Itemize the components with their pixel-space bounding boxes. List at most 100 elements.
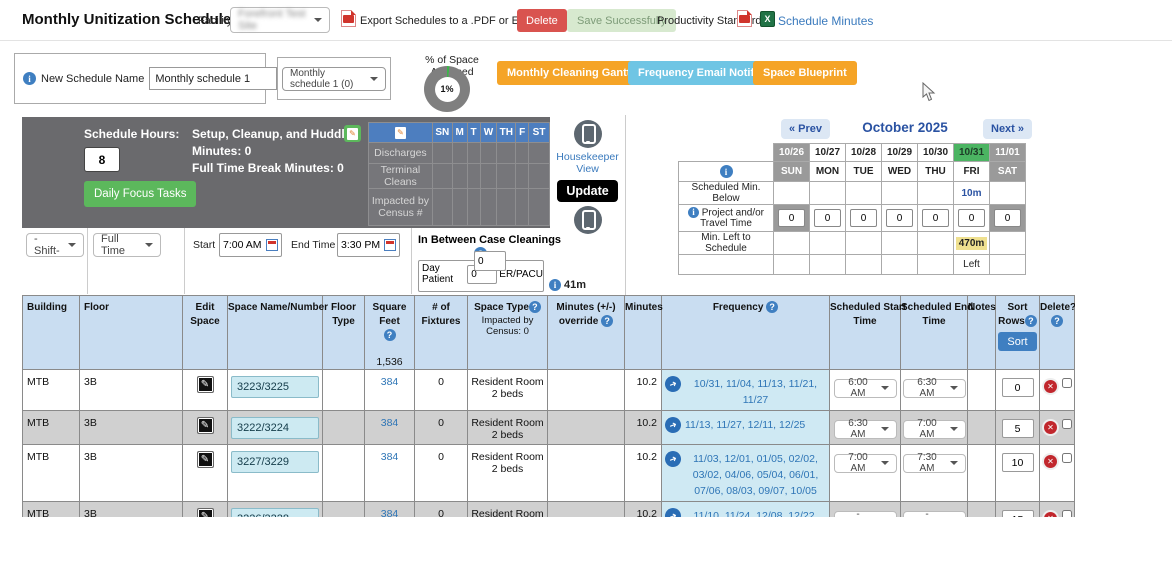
sort-order-input[interactable] [1002, 510, 1034, 517]
space-name-input[interactable] [231, 451, 319, 473]
schedule-dropdown-box: Monthly schedule 1 (0) [277, 57, 391, 100]
travel-cell [990, 205, 1026, 232]
schedule-select[interactable]: Monthly schedule 1 (0) [282, 67, 386, 91]
edit-space-icon[interactable]: ✎ [197, 508, 214, 517]
travel-time-input[interactable] [958, 209, 985, 227]
weekly-row-label: Discharges [369, 143, 433, 164]
phone-icon[interactable] [574, 206, 602, 234]
frequency-arrow-icon[interactable]: ➜ [663, 449, 684, 470]
start-time-input[interactable]: 7:00 AM [219, 233, 282, 257]
col-square-feet-l1: Square [365, 301, 414, 315]
space-name-input[interactable] [231, 508, 319, 517]
delete-row-icon[interactable]: ✕ [1042, 453, 1059, 470]
pdf-icon[interactable] [737, 10, 752, 27]
delete-checkbox[interactable] [1062, 510, 1072, 517]
space-name-input[interactable] [231, 417, 319, 439]
calendar-empty-label [679, 255, 774, 275]
er-pacu-input[interactable] [474, 251, 506, 271]
housekeeper-view-link[interactable]: Housekeeper View [550, 151, 625, 175]
cell-delete: ✕ [1040, 411, 1075, 445]
excel-icon[interactable]: X [760, 11, 775, 27]
edit-space-icon[interactable]: ✎ [197, 417, 214, 434]
square-feet-link[interactable]: 384 [381, 508, 399, 517]
cell-space-type: Resident Room 2 beds [468, 445, 548, 502]
frequency-dates[interactable]: 11/03, 12/01, 01/05, 02/02, 03/02, 04/06… [685, 451, 826, 499]
calendar-icon[interactable] [266, 239, 278, 251]
space-blueprint-button[interactable]: Space Blueprint [753, 61, 857, 85]
delete-row-icon[interactable]: ✕ [1042, 419, 1059, 436]
delete-button[interactable]: Delete [517, 9, 567, 32]
frequency-arrow-icon[interactable]: ➜ [663, 506, 684, 517]
cell-minutes-override [548, 445, 625, 502]
gauge-value: 1% [435, 77, 460, 102]
travel-time-input[interactable] [886, 209, 913, 227]
help-icon[interactable]: ? [529, 301, 541, 313]
frequency-arrow-icon[interactable]: ➜ [663, 415, 684, 436]
travel-cell [774, 205, 810, 232]
start-time-select[interactable]: 6:30 AM [834, 420, 897, 439]
schedule-minutes-link[interactable]: Schedule Minutes [778, 14, 873, 28]
end-time-input[interactable]: 3:30 PM [337, 233, 400, 257]
end-time-select[interactable]: -Select- [903, 511, 966, 518]
info-icon[interactable]: i [720, 165, 733, 178]
sort-order-input[interactable] [1002, 378, 1034, 397]
start-time-select[interactable]: 7:00 AM [834, 454, 897, 473]
delete-row-icon[interactable]: ✕ [1042, 378, 1059, 395]
table-row: MTB 3B ✎ 384 0 Resident Room 2 beds 10.2… [23, 502, 1075, 518]
help-icon[interactable]: ? [601, 315, 613, 327]
calendar-icon[interactable] [384, 239, 396, 251]
start-time-select[interactable]: -Select- [834, 511, 897, 518]
info-icon[interactable]: i [23, 72, 36, 85]
calendar-next-button[interactable]: Next » [983, 119, 1032, 139]
frequency-dates[interactable]: 10/31, 11/04, 11/13, 11/21, 11/27 [685, 376, 826, 408]
frequency-arrow-icon[interactable]: ➜ [663, 374, 684, 395]
new-schedule-name-input[interactable] [149, 67, 277, 90]
info-icon[interactable]: i [688, 207, 699, 218]
edit-space-icon[interactable]: ✎ [197, 376, 214, 393]
sort-order-input[interactable] [1002, 419, 1034, 438]
min-left-cell [918, 232, 954, 255]
help-icon[interactable]: ? [1051, 315, 1063, 327]
start-time-select[interactable]: 6:00 AM [834, 379, 897, 398]
square-feet-link[interactable]: 384 [381, 451, 399, 463]
calendar-date: 10/29 [882, 144, 918, 162]
cell-sort [996, 370, 1040, 411]
delete-checkbox[interactable] [1062, 453, 1072, 463]
top-bar: Monthly Unitization Schedules Facility: … [0, 0, 1172, 41]
phone-icon[interactable] [574, 120, 602, 148]
daily-focus-tasks-button[interactable]: Daily Focus Tasks [84, 181, 196, 207]
facility-select[interactable]: Forefront Test Site [230, 7, 330, 33]
weekly-edit-header[interactable]: ✎ [369, 123, 433, 143]
travel-time-input[interactable] [922, 209, 949, 227]
end-time-select[interactable]: 7:30 AM [903, 454, 966, 473]
delete-checkbox[interactable] [1062, 419, 1072, 429]
help-icon[interactable]: ? [766, 301, 778, 313]
shift-select[interactable]: -Shift- [26, 233, 84, 257]
weekly-cell [452, 164, 467, 189]
delete-checkbox[interactable] [1062, 378, 1072, 388]
frequency-dates[interactable]: 11/13, 11/27, 12/11, 12/25 [685, 417, 805, 433]
schedule-hours-input[interactable] [84, 147, 120, 172]
sort-button[interactable]: Sort [998, 332, 1036, 351]
travel-time-input[interactable] [814, 209, 841, 227]
end-time-select[interactable]: 6:30 AM [903, 379, 966, 398]
calendar-prev-button[interactable]: « Prev [781, 119, 830, 139]
end-time-select[interactable]: 7:00 AM [903, 420, 966, 439]
cell-floor-type [323, 411, 365, 445]
cell-floor: 3B [80, 445, 183, 502]
sort-order-input[interactable] [1002, 453, 1034, 472]
employment-type-select[interactable]: Full Time [93, 233, 161, 257]
frequency-dates[interactable]: 11/10, 11/24, 12/08, 12/22, 01/05 [685, 508, 826, 517]
travel-time-input[interactable] [994, 209, 1021, 227]
travel-time-input[interactable] [778, 209, 805, 227]
edit-space-icon[interactable]: ✎ [197, 451, 214, 468]
square-feet-link[interactable]: 384 [381, 417, 399, 429]
edit-notes-button[interactable]: ✎ [344, 125, 361, 142]
delete-row-icon[interactable]: ✕ [1042, 510, 1059, 517]
help-icon[interactable]: ? [384, 329, 396, 341]
space-name-input[interactable] [231, 376, 319, 398]
update-button[interactable]: Update [557, 180, 617, 202]
travel-time-input[interactable] [850, 209, 877, 227]
square-feet-link[interactable]: 384 [381, 376, 399, 388]
help-icon[interactable]: ? [1025, 315, 1037, 327]
